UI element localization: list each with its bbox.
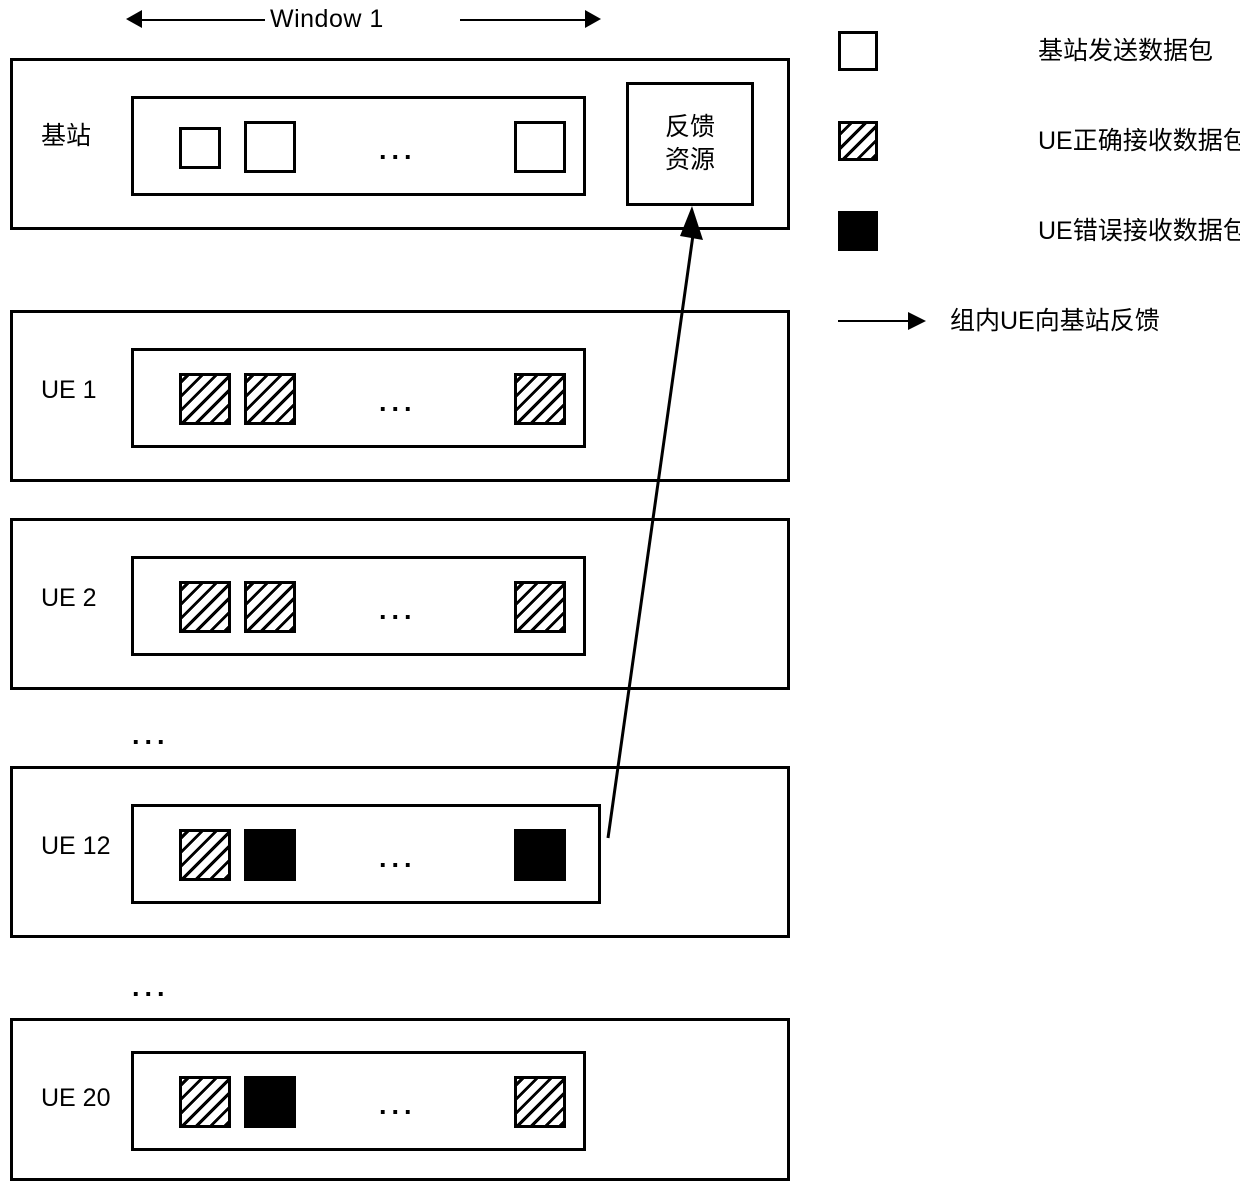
packet-cell-correct bbox=[179, 829, 231, 881]
row-label-ue-2: UE 2 bbox=[41, 584, 97, 612]
packet-cell bbox=[514, 121, 566, 173]
hatched-square-icon bbox=[838, 121, 878, 161]
packet-cell-error bbox=[244, 829, 296, 881]
resource-strip-ue-12: ... bbox=[131, 804, 601, 904]
rows-gap-ellipsis: ... bbox=[132, 972, 170, 1002]
row-ue-2: UE 2 ... bbox=[10, 518, 790, 690]
feedback-resource-line2: 资源 bbox=[664, 146, 715, 174]
window-label: Window 1 bbox=[270, 5, 384, 33]
diagram-canvas: Window 1 基站 ... 反馈 资源 UE 1 ... UE 2 ... … bbox=[0, 0, 1240, 1187]
packets-ellipsis: ... bbox=[379, 1090, 417, 1120]
packets-ellipsis: ... bbox=[379, 135, 417, 165]
packet-cell-correct bbox=[514, 373, 566, 425]
legend-item-error-packet: UE错误接收数据包 bbox=[838, 210, 1240, 252]
packets-ellipsis: ... bbox=[379, 387, 417, 417]
row-label-ue-1: UE 1 bbox=[41, 376, 97, 404]
row-ue-20: UE 20 ... bbox=[10, 1018, 790, 1181]
legend-label: UE正确接收数据包 bbox=[1038, 127, 1240, 155]
row-label-base-station: 基站 bbox=[41, 122, 92, 150]
resource-strip-ue-2: ... bbox=[131, 556, 586, 656]
packet-cell-correct bbox=[514, 1076, 566, 1128]
packet-cell-correct bbox=[179, 373, 231, 425]
packet-cell-correct bbox=[179, 1076, 231, 1128]
resource-strip-ue-1: ... bbox=[131, 348, 586, 448]
packet-cell-error bbox=[514, 829, 566, 881]
packet-cell bbox=[244, 121, 296, 173]
row-label-ue-20: UE 20 bbox=[41, 1084, 111, 1112]
arrow-icon bbox=[838, 311, 926, 331]
legend-label: UE错误接收数据包 bbox=[1038, 217, 1240, 245]
legend-item-feedback-arrow: 组内UE向基站反馈 bbox=[838, 300, 1238, 342]
packet-cell-correct bbox=[244, 373, 296, 425]
packet-cell-correct bbox=[244, 581, 296, 633]
legend: 基站发送数据包 UE正确接收数据包 UE错误接收数据包 组内UE向基站反馈 bbox=[838, 30, 1240, 390]
resource-strip-base-station: ... bbox=[131, 96, 586, 196]
row-ue-1: UE 1 ... bbox=[10, 310, 790, 482]
legend-label: 基站发送数据包 bbox=[1038, 37, 1214, 65]
packet-cell-correct bbox=[179, 581, 231, 633]
legend-item-correct-packet: UE正确接收数据包 bbox=[838, 120, 1240, 162]
filled-square-icon bbox=[838, 211, 878, 251]
empty-square-icon bbox=[838, 31, 878, 71]
feedback-resource-line1: 反馈 bbox=[664, 113, 715, 141]
packets-ellipsis: ... bbox=[379, 843, 417, 873]
window-dimension-line-left bbox=[135, 19, 265, 21]
window-arrow-right-icon bbox=[585, 10, 601, 28]
packet-cell-correct bbox=[514, 581, 566, 633]
row-label-ue-12: UE 12 bbox=[41, 832, 111, 860]
legend-label: 组内UE向基站反馈 bbox=[950, 307, 1160, 335]
window-dimension-line-right bbox=[460, 19, 585, 21]
rows-gap-ellipsis: ... bbox=[132, 720, 170, 750]
packet-cell-error bbox=[244, 1076, 296, 1128]
packets-ellipsis: ... bbox=[379, 595, 417, 625]
feedback-resource-box: 反馈 资源 bbox=[626, 82, 754, 206]
resource-strip-ue-20: ... bbox=[131, 1051, 586, 1151]
packet-cell bbox=[179, 127, 221, 169]
row-ue-12: UE 12 ... bbox=[10, 766, 790, 938]
legend-item-base-station-packet: 基站发送数据包 bbox=[838, 30, 1238, 72]
